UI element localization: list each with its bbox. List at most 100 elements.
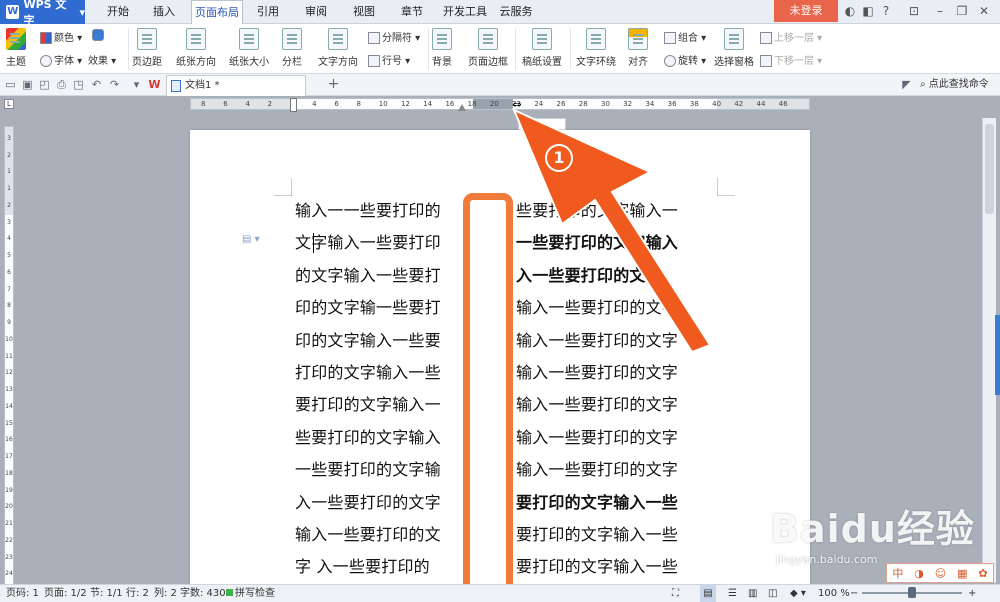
print-icon[interactable]: ⎙ bbox=[55, 78, 68, 91]
bring-forward-button[interactable]: 上移一层 ▾ bbox=[760, 29, 822, 44]
tab-insert[interactable]: 插入 bbox=[144, 0, 184, 24]
line-numbers-button[interactable]: 行号 ▾ bbox=[368, 52, 410, 67]
tab-page-layout[interactable]: 页面布局 bbox=[191, 0, 243, 25]
ruler-tick-label: 13 bbox=[5, 386, 13, 394]
effects-swatch[interactable] bbox=[92, 29, 106, 41]
restore-icon[interactable]: ❐ bbox=[954, 3, 970, 19]
align-button[interactable]: 对齐 bbox=[628, 28, 648, 68]
tab-view[interactable]: 视图 bbox=[344, 0, 384, 24]
ime-lang-icon[interactable]: 中 bbox=[892, 565, 903, 581]
undo-icon[interactable]: ↶ bbox=[90, 78, 103, 91]
ime-settings-icon[interactable]: ✿ bbox=[978, 567, 987, 580]
paper-size-button[interactable]: 纸张大小 bbox=[229, 28, 269, 68]
color-button[interactable]: 颜色 ▾ bbox=[40, 29, 82, 44]
zoom-value[interactable]: 100 % bbox=[818, 585, 850, 602]
text-line: 印的文字输入一些要 bbox=[295, 330, 441, 350]
selection-pane-label: 选择窗格 bbox=[714, 57, 754, 68]
status-word-count[interactable]: 字数: 430 bbox=[180, 585, 226, 602]
margins-button[interactable]: 页边距 bbox=[132, 28, 162, 68]
status-bar: 页码: 1 页面: 1/2 节: 1/1 行: 2 列: 2 字数: 430 拼… bbox=[0, 584, 1000, 602]
ruler-tick-label: 16 bbox=[5, 436, 13, 444]
ime-toolbar[interactable]: 中 ◑ ☺ ▦ ✿ bbox=[886, 563, 994, 583]
zoom-slider-handle[interactable] bbox=[908, 587, 916, 598]
paragraph-marker-icon[interactable]: ▤ ▾ bbox=[242, 234, 260, 245]
page-border-button[interactable]: 页面边框 bbox=[468, 28, 508, 68]
spell-check-icon bbox=[226, 589, 233, 596]
text-wrap-button[interactable]: 文字环绕 bbox=[576, 28, 616, 68]
theme-button[interactable]: 主题 bbox=[6, 28, 26, 68]
minimize-icon[interactable]: – bbox=[932, 3, 948, 19]
tab-chapter[interactable]: 章节 bbox=[392, 0, 432, 24]
page-border-label: 页面边框 bbox=[468, 57, 508, 68]
text-line: 输入一一些要打印的 bbox=[295, 201, 441, 220]
tab-developer[interactable]: 开发工具 bbox=[440, 0, 490, 24]
group-button[interactable]: 组合 ▾ bbox=[664, 29, 706, 44]
login-button[interactable]: 未登录 bbox=[774, 0, 838, 22]
export-pdf-icon[interactable]: ◰ bbox=[38, 78, 51, 91]
web-view-icon[interactable]: ◫ bbox=[768, 585, 777, 602]
zoom-out-icon[interactable]: − bbox=[850, 585, 858, 602]
save-icon[interactable]: ▣ bbox=[21, 78, 34, 91]
text-line: 输入一些要打印的文字 bbox=[516, 460, 679, 480]
paper-setup-button[interactable]: 稿纸设置 bbox=[522, 28, 562, 68]
ruler-tick-label: 6 bbox=[223, 100, 228, 108]
ruler-tick-label: 9 bbox=[7, 319, 11, 327]
orientation-button[interactable]: 纸张方向 bbox=[176, 28, 216, 68]
status-col: 列: 2 bbox=[154, 588, 177, 599]
ime-punct-icon[interactable]: ◑ bbox=[914, 567, 924, 580]
wps-logo-icon[interactable]: W bbox=[148, 78, 161, 91]
read-view-icon[interactable]: ▥ bbox=[748, 585, 757, 602]
help-icon[interactable]: ? bbox=[878, 3, 894, 19]
outline-view-icon[interactable]: ☰ bbox=[728, 585, 737, 602]
background-button[interactable]: 背景 bbox=[432, 28, 452, 68]
theme-label: 主题 bbox=[6, 57, 26, 68]
redo-icon[interactable]: ↷ bbox=[108, 78, 121, 91]
vertical-ruler[interactable]: 3 2 1 1 2 3 4 5 6 7 8 9 10 11 12 13 14 15 16 17 18 19 20 21 22 23… bbox=[4, 126, 14, 595]
tab-review[interactable]: 审阅 bbox=[296, 0, 336, 24]
color-label: 颜色 bbox=[54, 33, 74, 44]
ruler-tick-label: 12 bbox=[5, 369, 13, 377]
print-preview-icon[interactable]: ◳ bbox=[72, 78, 85, 91]
columns-button[interactable]: 分栏 bbox=[282, 28, 302, 68]
skin-icon[interactable]: ◐ bbox=[842, 3, 858, 19]
tab-references[interactable]: 引用 bbox=[248, 0, 288, 24]
status-pages[interactable]: 页面: 1/2 bbox=[44, 585, 87, 602]
indent-marker[interactable] bbox=[290, 98, 297, 112]
tab-home[interactable]: 开始 bbox=[98, 0, 138, 24]
send-backward-label: 下移一层 bbox=[774, 56, 814, 67]
selection-pane-button[interactable]: 选择窗格 bbox=[714, 28, 754, 68]
ime-keyboard-icon[interactable]: ▦ bbox=[957, 567, 967, 580]
rotate-button[interactable]: 旋转 ▾ bbox=[664, 52, 706, 67]
spell-check-toggle[interactable]: 拼写检查 bbox=[226, 585, 275, 602]
page-view-icon[interactable]: ▤ bbox=[700, 585, 716, 602]
close-icon[interactable]: ✕ bbox=[976, 3, 992, 19]
tab-cloud[interactable]: 云服务 bbox=[496, 0, 536, 24]
text-direction-button[interactable]: 文字方向 bbox=[318, 28, 358, 68]
font-button[interactable]: 字体 ▾ bbox=[40, 52, 82, 67]
side-panel-toggle[interactable] bbox=[995, 315, 1000, 395]
scrollbar-thumb[interactable] bbox=[985, 124, 994, 214]
ruler-tick-label: 14 bbox=[5, 402, 13, 410]
send-backward-button[interactable]: 下移一层 ▾ bbox=[760, 52, 822, 67]
wps-logo-icon: W bbox=[6, 5, 20, 19]
annotation-arrow-icon bbox=[512, 108, 712, 354]
zoom-in-icon[interactable]: + bbox=[968, 585, 976, 602]
ime-emoji-icon[interactable]: ☺ bbox=[935, 567, 946, 580]
orientation-icon bbox=[186, 28, 206, 50]
new-tab-icon[interactable]: + bbox=[327, 77, 340, 91]
eye-protect-icon[interactable]: ◆ ▾ bbox=[790, 585, 806, 602]
document-tab[interactable]: 文档1 * bbox=[166, 75, 306, 96]
left-text-column[interactable]: 输入一一些要打印的 文字输入一些要打印 的文字输入一些要打 印的文字输一些要打 … bbox=[295, 195, 441, 584]
breaks-button[interactable]: 分隔符 ▾ bbox=[368, 29, 420, 44]
effects-button[interactable]: 效果 ▾ bbox=[88, 52, 116, 67]
open-folder-icon[interactable]: ▭ bbox=[4, 78, 17, 91]
effects-icon bbox=[92, 29, 104, 41]
tab-stop-selector[interactable]: L bbox=[4, 99, 14, 109]
toolbar-options-icon[interactable]: ◤ bbox=[900, 78, 913, 91]
fullscreen-icon[interactable]: ⛶ bbox=[672, 585, 679, 602]
pin-ribbon-icon[interactable]: ⊡ bbox=[906, 3, 922, 19]
feedback-icon[interactable]: ◧ bbox=[860, 3, 876, 19]
chevron-down-icon[interactable]: ▾ bbox=[130, 78, 143, 91]
app-menu-button[interactable]: W WPS 文字 ▾ bbox=[0, 0, 85, 27]
command-search[interactable]: ⌕ 点此查找命令 bbox=[920, 75, 989, 95]
